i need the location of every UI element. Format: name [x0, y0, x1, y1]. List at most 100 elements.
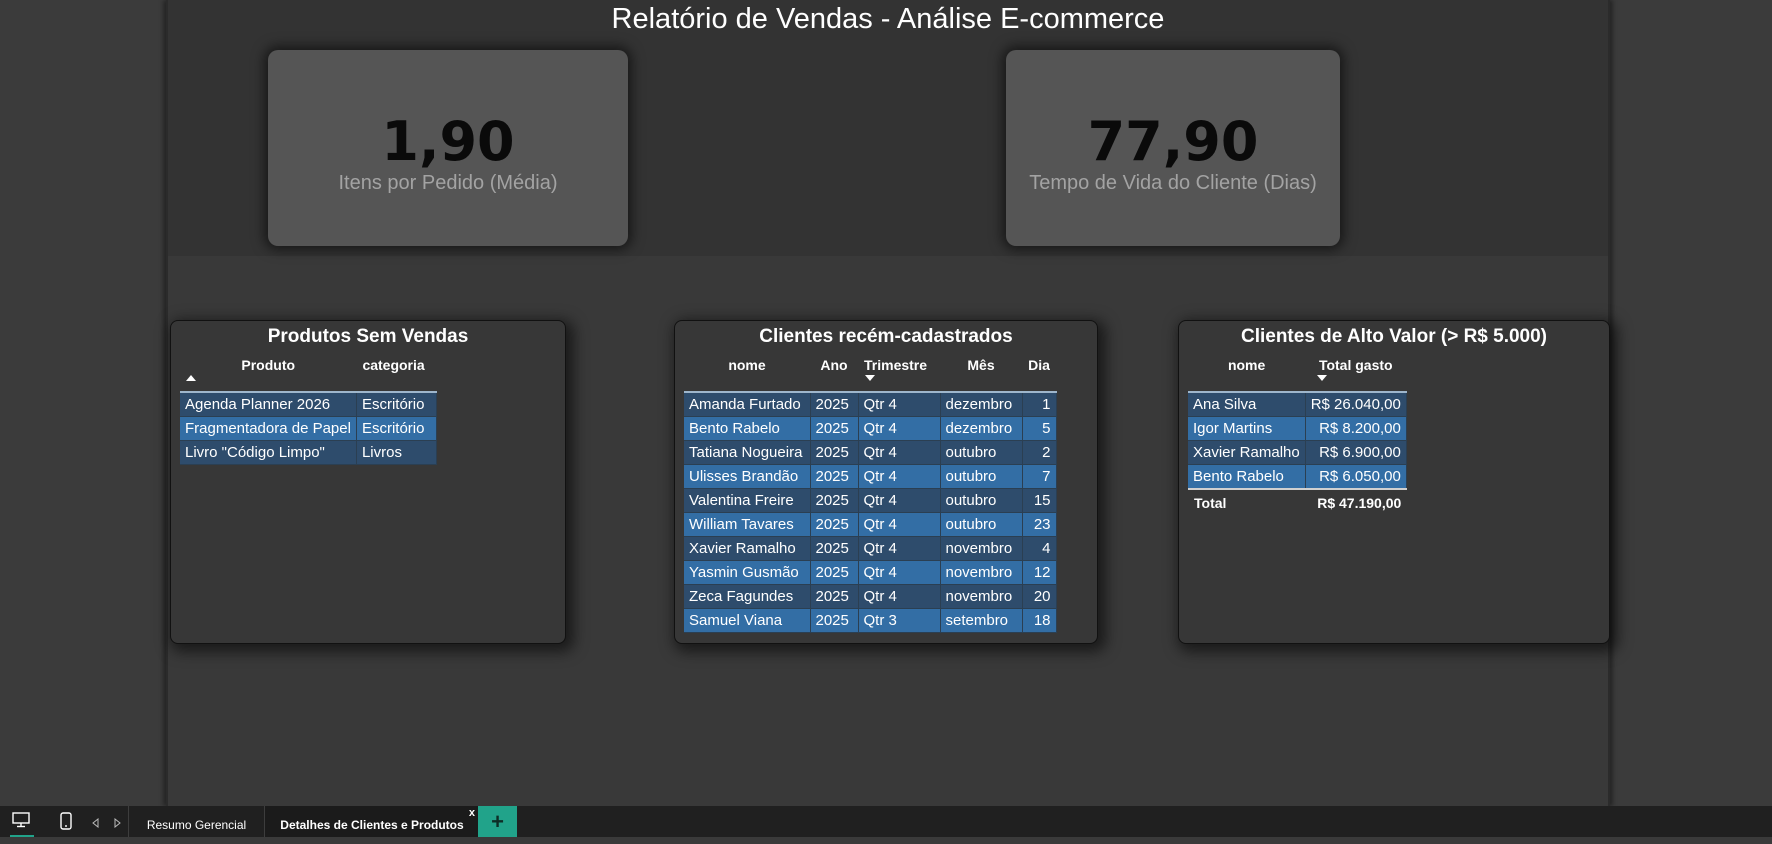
- page-tab-bar: Resumo Gerencial Detalhes de Clientes e …: [0, 806, 1772, 837]
- cell-trimestre: Qtr 4: [858, 536, 941, 561]
- column-header-categoria[interactable]: categoria: [356, 353, 437, 393]
- cell-ano: 2025: [810, 392, 859, 417]
- panel-clientes-recentes[interactable]: Clientes recém-cadastrados nome Ano Trim…: [674, 320, 1098, 644]
- cell-nome: Tatiana Nogueira: [684, 440, 811, 465]
- table-row[interactable]: Tatiana Nogueira 2025 Qtr 4 outubro 2: [684, 440, 1057, 465]
- cell-mes: outubro: [940, 488, 1023, 513]
- table-row[interactable]: Xavier Ramalho R$ 6.900,00: [1188, 440, 1407, 465]
- panel-title: Clientes de Alto Valor (> R$ 5.000): [1240, 326, 1548, 347]
- panel-produtos-sem-vendas[interactable]: Produtos Sem Vendas Produto categoria Ag…: [170, 320, 566, 644]
- table-row[interactable]: Xavier Ramalho 2025 Qtr 4 novembro 4: [684, 536, 1057, 561]
- kpi-card-tempo-de-vida[interactable]: 77,90 Tempo de Vida do Cliente (Dias): [1006, 50, 1340, 246]
- add-page-button[interactable]: +: [478, 806, 517, 837]
- table-row[interactable]: Bento Rabelo 2025 Qtr 4 dezembro 5: [684, 416, 1057, 441]
- right-margin: [1610, 0, 1772, 806]
- column-header-produto[interactable]: Produto: [180, 353, 357, 393]
- close-tab-icon[interactable]: x: [469, 794, 475, 832]
- desktop-view-icon[interactable]: [12, 812, 30, 831]
- cell-total-gasto: R$ 26.040,00: [1305, 392, 1407, 417]
- table-row[interactable]: Samuel Viana 2025 Qtr 3 setembro 18: [684, 608, 1057, 633]
- table-produtos-sem-vendas: Produto categoria Agenda Planner 2026 Es…: [180, 353, 437, 465]
- column-header-nome[interactable]: nome: [1188, 353, 1306, 393]
- table-row[interactable]: Livro "Código Limpo" Livros: [180, 440, 437, 465]
- table-row[interactable]: Bento Rabelo R$ 6.050,00: [1188, 464, 1407, 490]
- mobile-view-icon[interactable]: [60, 812, 72, 833]
- table-clientes-recentes: nome Ano Trimestre Mês Dia Amanda Furtad…: [684, 353, 1057, 633]
- cell-ano: 2025: [810, 464, 859, 489]
- previous-page-icon[interactable]: [92, 817, 100, 831]
- table-row[interactable]: Yasmin Gusmão 2025 Qtr 4 novembro 12: [684, 560, 1057, 585]
- table-row[interactable]: Amanda Furtado 2025 Qtr 4 dezembro 1: [684, 392, 1057, 417]
- kpi-card-itens-por-pedido[interactable]: 1,90 Itens por Pedido (Média): [268, 50, 628, 246]
- cell-nome: Ana Silva: [1188, 392, 1306, 417]
- table-row[interactable]: William Tavares 2025 Qtr 4 outubro 23: [684, 512, 1057, 537]
- cell-mes: novembro: [940, 560, 1023, 585]
- sort-descending-icon[interactable]: [1317, 375, 1328, 381]
- report-canvas: Relatório de Vendas - Análise E-commerce…: [166, 0, 1610, 806]
- cell-mes: dezembro: [940, 416, 1023, 441]
- kpi-label: Tempo de Vida do Cliente (Dias): [1029, 172, 1317, 194]
- cell-trimestre: Qtr 4: [858, 416, 941, 441]
- column-header-total-gasto[interactable]: Total gasto: [1305, 353, 1407, 393]
- cell-nome: Samuel Viana: [684, 608, 811, 633]
- cell-mes: novembro: [940, 584, 1023, 609]
- panel-clientes-alto-valor[interactable]: Clientes de Alto Valor (> R$ 5.000) nome…: [1178, 320, 1610, 644]
- tab-detalhes-clientes-produtos[interactable]: Detalhes de Clientes e Produtos x: [264, 806, 479, 837]
- total-value: R$ 47.190,00: [1305, 488, 1407, 516]
- table-row[interactable]: Zeca Fagundes 2025 Qtr 4 novembro 20: [684, 584, 1057, 609]
- cell-dia: 15: [1022, 488, 1057, 513]
- cell-mes: novembro: [940, 536, 1023, 561]
- cell-total-gasto: R$ 6.050,00: [1305, 464, 1407, 490]
- cell-ano: 2025: [810, 560, 859, 585]
- cell-nome: Xavier Ramalho: [1188, 440, 1306, 465]
- cell-nome: Bento Rabelo: [1188, 464, 1306, 490]
- tab-resumo-gerencial[interactable]: Resumo Gerencial: [128, 806, 264, 837]
- table-row[interactable]: Fragmentadora de Papel Escritório: [180, 416, 437, 441]
- cell-nome: Ulisses Brandão: [684, 464, 811, 489]
- cell-trimestre: Qtr 3: [858, 608, 941, 633]
- cell-mes: outubro: [940, 464, 1023, 489]
- table-total-row: Total R$ 47.190,00: [1188, 488, 1407, 516]
- panel-title: Clientes recém-cadastrados: [759, 326, 1013, 347]
- cell-ano: 2025: [810, 608, 859, 633]
- table-row[interactable]: Agenda Planner 2026 Escritório: [180, 392, 437, 417]
- cell-produto: Fragmentadora de Papel: [180, 416, 357, 441]
- cell-nome: Xavier Ramalho: [684, 536, 811, 561]
- column-header-ano[interactable]: Ano: [810, 353, 858, 393]
- next-page-icon[interactable]: [113, 817, 121, 831]
- cell-dia: 4: [1022, 536, 1057, 561]
- panel-title: Produtos Sem Vendas: [267, 326, 469, 347]
- kpi-value: 1,90: [381, 110, 515, 173]
- cell-mes: outubro: [940, 440, 1023, 465]
- column-header-nome[interactable]: nome: [684, 353, 810, 393]
- cell-nome: Amanda Furtado: [684, 392, 811, 417]
- cell-ano: 2025: [810, 440, 859, 465]
- cell-dia: 7: [1022, 464, 1057, 489]
- cell-dia: 5: [1022, 416, 1057, 441]
- column-header-dia[interactable]: Dia: [1022, 353, 1056, 393]
- cell-ano: 2025: [810, 512, 859, 537]
- cell-trimestre: Qtr 4: [858, 464, 941, 489]
- column-header-trimestre[interactable]: Trimestre: [858, 353, 940, 393]
- cell-produto: Livro "Código Limpo": [180, 440, 357, 465]
- cell-categoria: Escritório: [356, 416, 437, 441]
- column-header-mes[interactable]: Mês: [940, 353, 1022, 393]
- table-row[interactable]: Valentina Freire 2025 Qtr 4 outubro 15: [684, 488, 1057, 513]
- table-row[interactable]: Ulisses Brandão 2025 Qtr 4 outubro 7: [684, 464, 1057, 489]
- table-row[interactable]: Igor Martins R$ 8.200,00: [1188, 416, 1407, 441]
- kpi-label: Itens por Pedido (Média): [338, 172, 558, 194]
- table-clientes-alto-valor: nome Total gasto Ana Silva R$ 26.040,00 …: [1188, 353, 1407, 516]
- cell-mes: dezembro: [940, 392, 1023, 417]
- cell-dia: 12: [1022, 560, 1057, 585]
- table-row[interactable]: Ana Silva R$ 26.040,00: [1188, 392, 1407, 417]
- sort-descending-icon[interactable]: [865, 375, 875, 381]
- cell-mes: outubro: [940, 512, 1023, 537]
- cell-nome: Yasmin Gusmão: [684, 560, 811, 585]
- cell-trimestre: Qtr 4: [858, 584, 941, 609]
- report-title: Relatório de Vendas - Análise E-commerce: [611, 3, 1165, 35]
- cell-trimestre: Qtr 4: [858, 512, 941, 537]
- cell-nome: Valentina Freire: [684, 488, 811, 513]
- cell-trimestre: Qtr 4: [858, 440, 941, 465]
- sort-ascending-icon[interactable]: [186, 375, 196, 381]
- cell-nome: William Tavares: [684, 512, 811, 537]
